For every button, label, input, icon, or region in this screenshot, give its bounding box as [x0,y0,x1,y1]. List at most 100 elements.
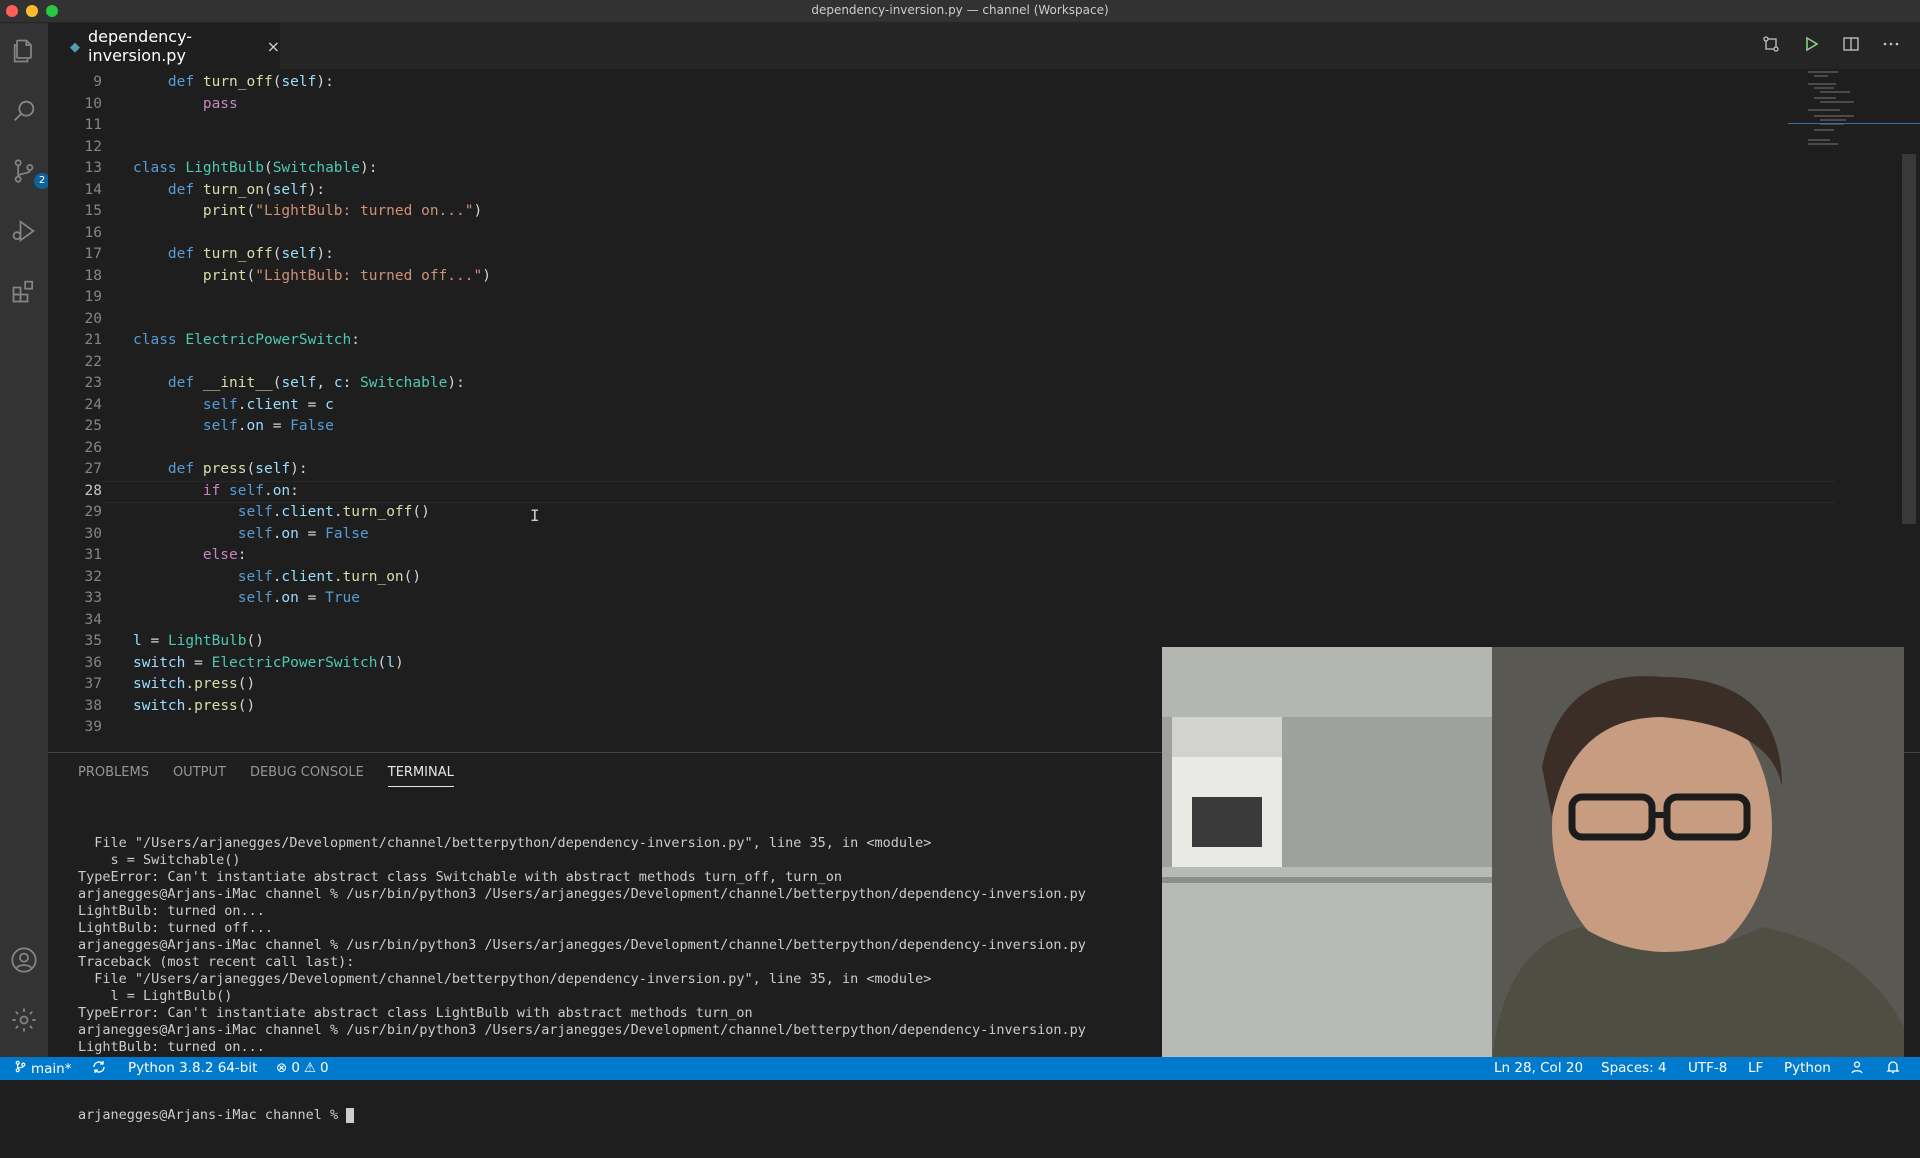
code-token: = [298,396,326,413]
code-token: self [237,504,273,520]
code-token: False [325,525,369,542]
code-token: = [185,654,212,671]
line-number: 17 [84,246,102,262]
code-token: client [246,396,299,413]
terminal-line: TypeError: Can't instantiate abstract cl… [78,1005,753,1021]
search-icon[interactable] [8,95,40,127]
line-number: 14 [84,181,102,198]
code-token: switch [133,697,186,714]
line-number: 18 [84,267,102,284]
code-token: , [316,375,334,391]
code-token: ( [246,203,256,219]
end-of-line[interactable]: LF [1748,1060,1763,1076]
code-token: client [281,504,334,520]
settings-gear-icon[interactable] [8,1004,40,1036]
title-bar: dependency-inversion.py — channel (Works… [0,0,1920,23]
line-number: 21 [84,332,102,348]
code-token: turn_off [342,504,413,520]
tab-dependency-inversion[interactable]: ◆ dependency-inversion.py × [48,23,280,69]
code-token: class [133,332,177,348]
code-token: ): [447,375,465,391]
source-control-icon[interactable]: 2 [8,155,50,189]
code-token: . [333,568,343,585]
code-token: ): [307,181,326,198]
line-source: switch.press() [133,674,255,695]
code-token: self [237,590,273,606]
terminal-line: LightBulb: turned off... [78,920,274,936]
open-changes-icon[interactable] [1762,35,1780,53]
language-mode[interactable]: Python [1784,1060,1831,1076]
line-number: 23 [84,375,102,391]
code-token: on [246,418,264,434]
notifications-bell-icon[interactable] [1886,1060,1900,1074]
python-interpreter[interactable]: Python 3.8.2 64-bit [128,1060,257,1076]
tab-debug-console[interactable]: DEBUG CONSOLE [250,765,364,787]
minimap[interactable] [1788,69,1920,149]
code-token: ( [263,181,273,198]
code-token: self [237,568,273,585]
warning-icon: ⚠ [303,1060,317,1076]
line-number: 27 [84,461,102,477]
account-icon[interactable] [8,944,40,976]
editor-actions [1762,35,1900,53]
code-token: self [272,181,308,198]
activity-bar: 2 [0,23,50,1057]
code-token: ElectricPowerSwitch [211,654,378,671]
error-icon: ⊗ [276,1060,288,1076]
branch-label: main* [31,1060,72,1077]
files-icon[interactable] [8,35,40,67]
line-source: else: [133,545,247,566]
code-token: . [237,396,247,413]
line-number: 15 [84,203,102,219]
code-token: . [237,418,247,434]
split-editor-icon[interactable] [1842,35,1860,53]
code-token: ( [263,160,273,176]
line-number: 10 [84,95,102,112]
terminal-output[interactable]: File "/Users/arjanegges/Development/chan… [78,801,1086,1158]
terminal-cursor [346,1107,355,1123]
tab-output[interactable]: OUTPUT [173,765,226,787]
editor-scrollbar[interactable] [1902,154,1916,524]
tab-close-icon[interactable]: × [267,37,280,56]
terminal-line: LightBulb: turned on... [78,903,265,919]
code-token: ) [482,267,491,284]
run-debug-icon[interactable] [8,215,40,247]
problems-summary[interactable]: ⊗ 0 ⚠ 0 [276,1060,329,1076]
code-token: turn_off [202,74,273,90]
line-source: self.client = c [133,395,334,416]
terminal-prompt-line[interactable]: arjanegges@Arjans-iMac channel % [78,1107,1086,1124]
extensions-icon[interactable] [8,275,40,307]
terminal-prompt: arjanegges@Arjans-iMac channel % [78,1107,347,1123]
line-source: print("LightBulb: turned off...") [133,266,491,287]
code-token: = [298,525,326,542]
code-token: __init__ [202,375,273,391]
indentation[interactable]: Spaces: 4 [1601,1060,1667,1076]
line-source: def press(self): [133,459,308,480]
cursor-position[interactable]: Ln 28, Col 20 [1494,1060,1583,1076]
code-token: turn_on [202,181,264,198]
line-number: 39 [84,719,102,735]
code-token: self [281,246,317,262]
code-token: = [141,633,168,649]
feedback-icon[interactable] [1850,1060,1864,1074]
tab-problems[interactable]: PROBLEMS [78,765,149,787]
run-python-file-icon[interactable] [1802,35,1820,53]
more-actions-icon[interactable] [1882,35,1900,53]
branch-indicator[interactable]: main* [14,1060,71,1077]
line-number: 33 [84,590,102,606]
tab-terminal[interactable]: TERMINAL [387,765,454,787]
line-number: 26 [84,439,102,456]
code-token: def [167,246,195,262]
line-number: 28 [84,482,102,499]
sync-icon[interactable] [92,1060,106,1074]
code-token: False [290,418,334,434]
encoding[interactable]: UTF-8 [1688,1060,1727,1076]
terminal-line: Traceback (most recent call last): [78,954,355,970]
